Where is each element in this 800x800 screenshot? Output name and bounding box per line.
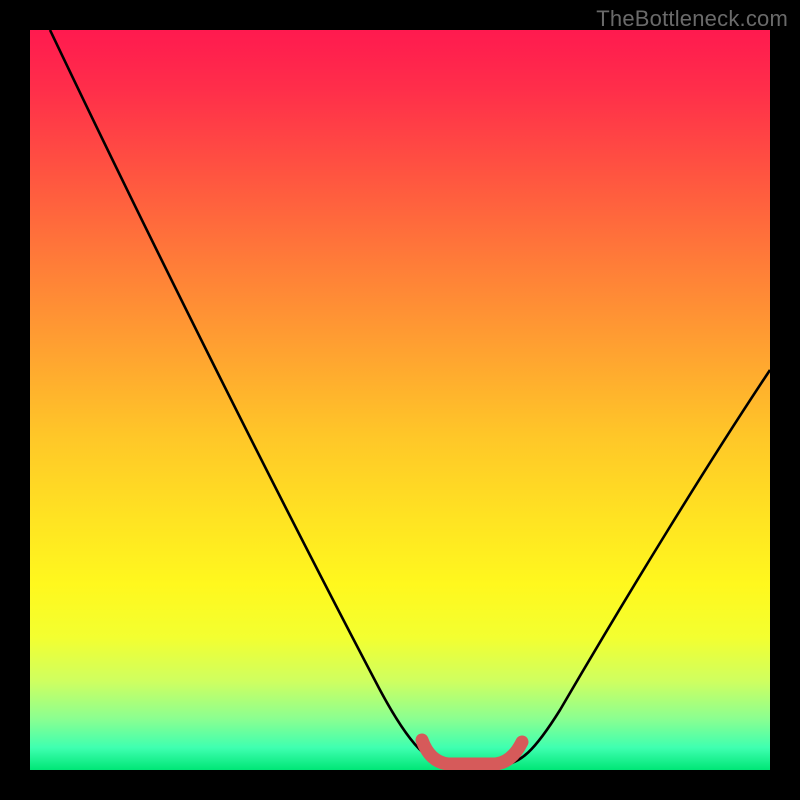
watermark-text: TheBottleneck.com: [596, 6, 788, 32]
chart-frame: TheBottleneck.com: [0, 0, 800, 800]
optimal-zone-path: [422, 740, 522, 764]
plot-area: [30, 30, 770, 770]
optimal-zone-marker: [30, 30, 770, 770]
